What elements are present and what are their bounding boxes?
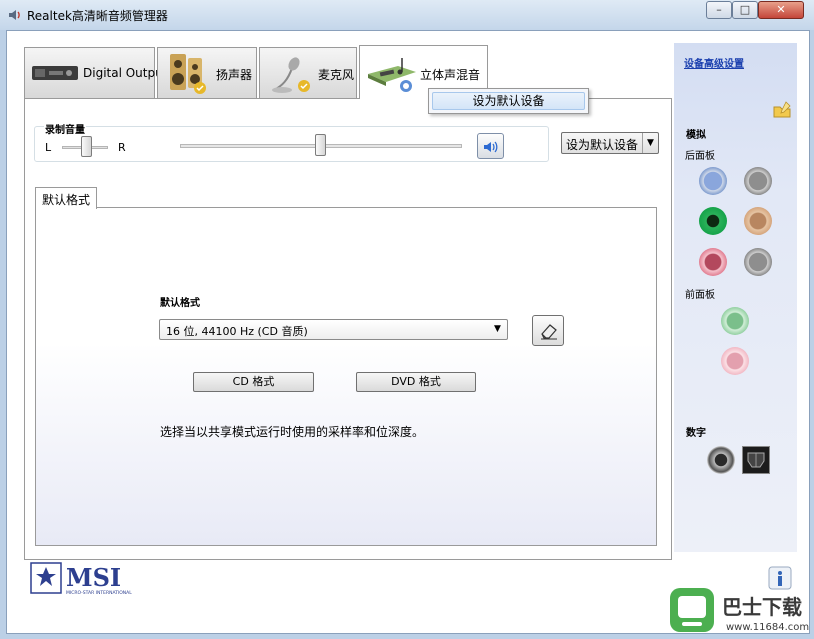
msi-logo-text: MSI bbox=[66, 563, 121, 592]
tab-label: Digital Output bbox=[83, 66, 168, 80]
format-description: 选择当以共享模式运行时使用的采样率和位深度。 bbox=[160, 425, 425, 439]
folder-icon[interactable] bbox=[772, 100, 792, 120]
watermark-logo: 巴士下载 www.11684.com bbox=[670, 588, 809, 633]
dvd-format-button[interactable]: DVD 格式 bbox=[356, 372, 476, 392]
close-button[interactable]: ✕ bbox=[758, 1, 804, 19]
mute-button[interactable] bbox=[477, 133, 504, 159]
tab-microphone[interactable]: 麦克风 bbox=[259, 47, 357, 98]
rear-jack-orange[interactable] bbox=[744, 207, 772, 235]
front-panel-label: 前面板 bbox=[685, 290, 715, 301]
coaxial-jack[interactable] bbox=[707, 446, 735, 474]
digital-output-icon bbox=[32, 66, 78, 80]
speaker-app-icon bbox=[9, 10, 20, 20]
set-default-device-dropdown[interactable]: 设为默认设备 ▼ bbox=[561, 132, 659, 154]
speaker-icon bbox=[170, 54, 206, 94]
maximize-button[interactable]: □ bbox=[732, 1, 758, 19]
rear-jack-gray-2[interactable] bbox=[744, 248, 772, 276]
microphone-icon bbox=[272, 57, 310, 93]
rear-jack-green[interactable] bbox=[699, 207, 727, 235]
advanced-device-settings-link[interactable]: 设备高级设置 bbox=[684, 55, 744, 70]
minimize-button[interactable]: – bbox=[706, 1, 732, 19]
tab-label: 扬声器 bbox=[216, 68, 253, 82]
optical-port-icon bbox=[747, 452, 765, 468]
format-select[interactable]: 16 位, 44100 Hz (CD 音质) ▼ bbox=[159, 319, 508, 340]
dropdown-label: 设为默认设备 bbox=[566, 138, 639, 152]
rear-jack-blue[interactable] bbox=[699, 167, 727, 195]
chevron-down-icon: ▼ bbox=[642, 133, 658, 153]
digital-label: 数字 bbox=[686, 428, 706, 439]
window-title: Realtek高清晰音频管理器 bbox=[27, 9, 168, 23]
tab-default-format[interactable]: 默认格式 bbox=[35, 187, 97, 209]
tab-digital-output[interactable]: Digital Output bbox=[24, 47, 167, 98]
chevron-down-icon: ▼ bbox=[494, 324, 501, 334]
reset-format-button[interactable] bbox=[532, 315, 564, 346]
analog-label: 模拟 bbox=[686, 130, 706, 141]
tab-label: 立体声混音 bbox=[420, 68, 481, 82]
front-jack-pink[interactable] bbox=[721, 347, 749, 375]
tab-speaker[interactable]: 扬声器 bbox=[157, 47, 257, 98]
rear-jack-gray[interactable] bbox=[744, 167, 772, 195]
default-format-panel bbox=[35, 207, 657, 546]
msi-logo: MSI MICRO-STAR INTERNATIONAL bbox=[30, 562, 132, 596]
rear-jack-pink[interactable] bbox=[699, 248, 727, 276]
menu-item-set-default-device[interactable]: 设为默认设备 bbox=[432, 92, 585, 110]
cd-format-button[interactable]: CD 格式 bbox=[193, 372, 314, 392]
front-jack-green[interactable] bbox=[721, 307, 749, 335]
svg-text:www.11684.com: www.11684.com bbox=[726, 622, 809, 633]
optical-jack[interactable] bbox=[742, 446, 770, 474]
balance-slider-thumb[interactable] bbox=[81, 136, 92, 157]
tab-label: 默认格式 bbox=[42, 193, 91, 207]
tab-label: 麦克风 bbox=[318, 68, 355, 82]
volume-slider-thumb[interactable] bbox=[315, 134, 326, 156]
format-select-value: 16 位, 44100 Hz (CD 音质) bbox=[166, 325, 308, 338]
svg-text:巴士下载: 巴士下载 bbox=[722, 595, 802, 619]
balance-right-label: R bbox=[118, 141, 126, 154]
context-menu: 设为默认设备 bbox=[428, 88, 589, 114]
rear-panel-label: 后面板 bbox=[685, 151, 715, 162]
volume-icon bbox=[484, 141, 498, 153]
eraser-icon bbox=[541, 324, 557, 340]
msi-logo-sub: MICRO-STAR INTERNATIONAL bbox=[66, 590, 132, 596]
recording-volume-label: 录制音量 bbox=[44, 121, 86, 136]
stereo-mix-icon bbox=[368, 58, 416, 92]
default-format-title: 默认格式 bbox=[160, 298, 200, 309]
balance-left-label: L bbox=[45, 141, 52, 154]
